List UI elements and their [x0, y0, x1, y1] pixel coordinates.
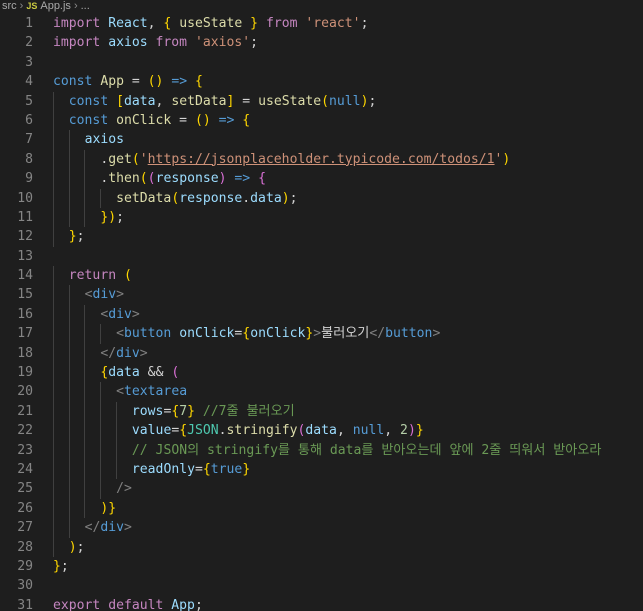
code-line[interactable]: 16 <div>	[0, 304, 643, 325]
code-line[interactable]: 21 rows={7} //7줄 불러오기	[0, 401, 643, 422]
code-text: // JSON의 stringify를 통해 data를 받아오는데 앞에 2줄…	[131, 442, 602, 458]
code-text: };	[68, 229, 85, 245]
code-text: </div>	[84, 520, 132, 536]
code-line[interactable]: 20 <textarea	[0, 382, 643, 402]
code-text: export default App;	[53, 597, 203, 611]
code-text: import React, { useState } from 'react';	[53, 16, 369, 31]
code-text: <div>	[100, 306, 140, 322]
breadcrumb-folder[interactable]: src	[2, 0, 17, 12]
line-number: 20	[17, 384, 33, 400]
code-text: />	[116, 481, 132, 497]
code-text: .then((response) => {	[100, 171, 266, 187]
code-line[interactable]: 19 {data && (	[0, 363, 643, 383]
code-line[interactable]: 9 .then((response) => {	[0, 169, 643, 189]
breadcrumb: src › JS App.js ›...	[0, 0, 643, 13]
code-text: rows={7} //7줄 불러오기	[131, 403, 295, 419]
code-text: </div>	[100, 345, 148, 361]
code-text: const [data, setData] = useState(null);	[68, 93, 377, 109]
code-text: );	[68, 539, 85, 555]
code-text: <div>	[84, 287, 124, 303]
line-number: 2	[25, 35, 33, 51]
code-text: axios	[84, 132, 124, 148]
code-line[interactable]: 29};	[0, 557, 643, 576]
code-line[interactable]: 24 readOnly={true}	[0, 459, 643, 480]
line-number: 26	[17, 500, 33, 516]
line-number: 14	[17, 268, 33, 284]
code-text: });	[100, 209, 125, 225]
code-line[interactable]: 12 };	[0, 227, 643, 247]
code-text: };	[53, 558, 69, 574]
line-number: 19	[17, 365, 33, 381]
line-number: 3	[25, 54, 33, 70]
line-number: 13	[17, 248, 33, 264]
line-number: 21	[17, 403, 33, 419]
line-number: 8	[25, 151, 33, 167]
line-number: 5	[25, 93, 33, 109]
code-line[interactable]: 27 </div>	[0, 518, 643, 538]
line-number: 16	[17, 306, 33, 322]
code-line[interactable]: 4 const App = () => {	[0, 72, 643, 91]
line-number: 1	[25, 16, 33, 31]
code-line[interactable]: 30	[0, 576, 643, 595]
line-number: 9	[25, 171, 33, 187]
code-line[interactable]: 13	[0, 247, 643, 266]
code-line[interactable]: 15 <div>	[0, 285, 643, 305]
code-text: const onClick = () => {	[68, 112, 251, 128]
code-line[interactable]: 25 />	[0, 479, 643, 499]
code-line[interactable]: 17 <button onClick={onClick}>불러오기</butto…	[0, 324, 643, 344]
chevron-right-icon: ›	[73, 0, 78, 12]
code-line[interactable]: 22 value={JSON.stringify(data, null, 2)}	[0, 421, 643, 441]
code-text: {data && (	[100, 365, 180, 381]
line-number: 28	[17, 539, 33, 555]
line-number: 27	[17, 520, 33, 536]
line-number: 7	[25, 132, 33, 148]
code-line[interactable]: 1 import React, { useState } from 'react'…	[0, 14, 643, 33]
code-line[interactable]: 10 setData(response.data);	[0, 188, 643, 208]
code-text: readOnly={true}	[131, 461, 251, 477]
code-line[interactable]: 11 });	[0, 207, 643, 228]
code-line[interactable]: 26 )}	[0, 498, 643, 519]
code-line[interactable]: 7 axios	[0, 130, 643, 150]
code-line[interactable]: 31 export default App;	[0, 596, 643, 611]
line-number: 23	[17, 442, 33, 458]
line-number: 31	[17, 597, 33, 611]
code-line[interactable]: 3	[0, 53, 643, 72]
code-text: <textarea	[116, 384, 188, 400]
line-number: 30	[17, 578, 33, 594]
line-number: 6	[25, 112, 33, 128]
line-number: 22	[17, 423, 33, 439]
code-line[interactable]: 23 // JSON의 stringify를 통해 data를 받아오는데 앞에…	[0, 440, 643, 460]
code-line[interactable]: 8 .get('https://jsonplaceholder.typicode…	[0, 149, 643, 170]
code-text: setData(response.data);	[116, 190, 298, 206]
line-number: 11	[17, 209, 33, 225]
code-line[interactable]: 2 import axios from 'axios';	[0, 33, 643, 52]
code-text: const App = () => {	[53, 74, 203, 90]
breadcrumb-file[interactable]: App.js	[40, 0, 71, 12]
code-text: <button onClick={onClick}>불러오기</button>	[116, 326, 441, 342]
javascript-file-icon: JS	[26, 1, 38, 11]
line-number: 12	[17, 229, 33, 245]
chevron-right-icon: ›	[19, 0, 24, 12]
line-number: 24	[17, 461, 33, 477]
line-number: 29	[17, 558, 33, 574]
code-text: return (	[68, 268, 132, 284]
line-number: 17	[17, 326, 33, 342]
code-line[interactable]: 28 );	[0, 537, 643, 557]
line-number: 15	[17, 287, 33, 303]
breadcrumb-symbol[interactable]: ...	[81, 0, 90, 12]
code-line[interactable]: 5 const [data, setData] = useState(null)…	[0, 91, 643, 111]
line-number: 18	[17, 345, 33, 361]
code-line[interactable]: 6 const onClick = () => {	[0, 110, 643, 131]
code-text: import axios from 'axios';	[53, 35, 259, 51]
code-line[interactable]: 18 </div>	[0, 343, 643, 364]
code-text: .get('https://jsonplaceholder.typicode.c…	[100, 151, 511, 167]
line-number: 4	[25, 74, 33, 90]
code-area[interactable]: 1 import React, { useState } from 'react'…	[0, 14, 643, 611]
code-text: )}	[100, 500, 117, 516]
code-line[interactable]: 14 return (	[0, 266, 643, 286]
line-number: 25	[17, 481, 33, 497]
code-text: value={JSON.stringify(data, null, 2)}	[131, 423, 424, 439]
line-number: 10	[17, 190, 33, 206]
code-editor[interactable]: src › JS App.js ›... 1 import React, { useSta…	[0, 0, 643, 611]
